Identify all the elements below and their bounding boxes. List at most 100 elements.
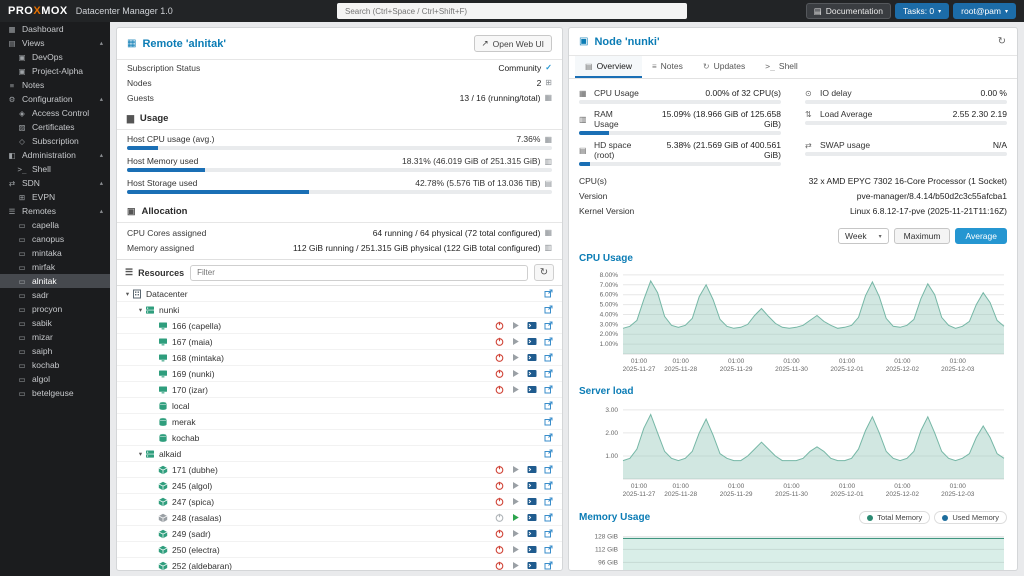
console-button[interactable]	[527, 385, 537, 394]
play-button[interactable]	[511, 337, 520, 346]
sidebar-item-subscription[interactable]: ◇Subscription	[0, 134, 110, 148]
open-button[interactable]	[544, 529, 553, 538]
tree-row-166-capella[interactable]: 166 (capella)	[117, 318, 562, 334]
tree-row-247-spica[interactable]: 247 (spica)	[117, 494, 562, 510]
tab-notes[interactable]: ≡Notes	[642, 56, 693, 78]
sidebar-item-dashboard[interactable]: ▦Dashboard	[0, 22, 110, 36]
expander-icon[interactable]: ▾	[136, 450, 145, 458]
sidebar-item-mintaka[interactable]: ▭mintaka	[0, 246, 110, 260]
power-button[interactable]	[495, 481, 504, 490]
open-button[interactable]	[544, 433, 553, 442]
power-button[interactable]	[495, 337, 504, 346]
sidebar-item-shell[interactable]: >_Shell	[0, 162, 110, 176]
tree-row-245-algol[interactable]: 245 (algol)	[117, 478, 562, 494]
tab-shell[interactable]: >_Shell	[755, 56, 808, 78]
play-button[interactable]	[511, 561, 520, 570]
open-button[interactable]	[544, 465, 553, 474]
open-web-ui-button[interactable]: ↗Open Web UI	[474, 35, 552, 52]
maximum-button[interactable]: Maximum	[894, 228, 951, 244]
tree-row-merak[interactable]: merak	[117, 414, 562, 430]
resources-filter-input[interactable]	[190, 265, 528, 281]
sidebar-item-sdn[interactable]: ⇄SDN▴	[0, 176, 110, 190]
open-button[interactable]	[544, 449, 553, 458]
tree-row-250-electra[interactable]: 250 (electra)	[117, 542, 562, 558]
play-button[interactable]	[511, 545, 520, 554]
console-button[interactable]	[527, 369, 537, 378]
tree-row-nunki[interactable]: ▾nunki	[117, 302, 562, 318]
tree-row-datacenter[interactable]: ▾Datacenter	[117, 286, 562, 302]
console-button[interactable]	[527, 497, 537, 506]
period-select[interactable]: Week▾	[838, 228, 889, 244]
open-button[interactable]	[544, 305, 553, 314]
sidebar-item-remotes[interactable]: ☰Remotes▴	[0, 204, 110, 218]
sidebar-item-configuration[interactable]: ⚙Configuration▴	[0, 92, 110, 106]
play-button[interactable]	[511, 529, 520, 538]
expander-icon[interactable]: ▾	[136, 306, 145, 314]
sidebar-item-project-alpha[interactable]: ▣Project-Alpha	[0, 64, 110, 78]
open-button[interactable]	[544, 481, 553, 490]
open-button[interactable]	[544, 513, 553, 522]
open-button[interactable]	[544, 561, 553, 570]
sidebar-item-notes[interactable]: ≡Notes	[0, 78, 110, 92]
power-button[interactable]	[495, 369, 504, 378]
sidebar-item-mizar[interactable]: ▭mizar	[0, 330, 110, 344]
tree-row-252-aldebaran[interactable]: 252 (aldebaran)	[117, 558, 562, 571]
reload-node-button[interactable]: ↻	[997, 35, 1007, 48]
sidebar-item-mirfak[interactable]: ▭mirfak	[0, 260, 110, 274]
sidebar-item-saiph[interactable]: ▭saiph	[0, 344, 110, 358]
sidebar-item-betelgeuse[interactable]: ▭betelgeuse	[0, 386, 110, 400]
play-button[interactable]	[511, 353, 520, 362]
console-button[interactable]	[527, 513, 537, 522]
legend-total-memory[interactable]: Total Memory	[859, 511, 930, 524]
console-button[interactable]	[527, 545, 537, 554]
tree-row-169-nunki[interactable]: 169 (nunki)	[117, 366, 562, 382]
console-button[interactable]	[527, 337, 537, 346]
power-button[interactable]	[495, 497, 504, 506]
tree-row-kochab[interactable]: kochab	[117, 430, 562, 446]
open-button[interactable]	[544, 369, 553, 378]
global-search-input[interactable]	[337, 3, 687, 19]
play-button[interactable]	[511, 513, 520, 522]
tree-row-local[interactable]: local	[117, 398, 562, 414]
power-button[interactable]	[495, 561, 504, 570]
console-button[interactable]	[527, 321, 537, 330]
power-button[interactable]	[495, 385, 504, 394]
sidebar-item-capella[interactable]: ▭capella	[0, 218, 110, 232]
tree-row-171-dubhe[interactable]: 171 (dubhe)	[117, 462, 562, 478]
sidebar-item-sadr[interactable]: ▭sadr	[0, 288, 110, 302]
tasks-button[interactable]: Tasks: 0▾	[895, 3, 949, 19]
documentation-button[interactable]: ▤Documentation	[806, 3, 891, 19]
power-button[interactable]	[495, 321, 504, 330]
open-button[interactable]	[544, 401, 553, 410]
open-button[interactable]	[544, 289, 553, 298]
open-button[interactable]	[544, 417, 553, 426]
tree-row-249-sadr[interactable]: 249 (sadr)	[117, 526, 562, 542]
power-button[interactable]	[495, 545, 504, 554]
tab-updates[interactable]: ↻Updates	[693, 56, 755, 78]
play-button[interactable]	[511, 369, 520, 378]
sidebar-item-devops[interactable]: ▣DevOps	[0, 50, 110, 64]
tree-row-170-izar[interactable]: 170 (izar)	[117, 382, 562, 398]
open-button[interactable]	[544, 337, 553, 346]
refresh-resources-button[interactable]: ↻	[534, 264, 554, 281]
sidebar-item-kochab[interactable]: ▭kochab	[0, 358, 110, 372]
play-button[interactable]	[511, 481, 520, 490]
play-button[interactable]	[511, 321, 520, 330]
console-button[interactable]	[527, 353, 537, 362]
tab-overview[interactable]: ▤Overview	[575, 56, 642, 78]
console-button[interactable]	[527, 529, 537, 538]
power-button[interactable]	[495, 513, 504, 522]
open-button[interactable]	[544, 353, 553, 362]
open-button[interactable]	[544, 497, 553, 506]
sidebar-item-canopus[interactable]: ▭canopus	[0, 232, 110, 246]
play-button[interactable]	[511, 465, 520, 474]
sidebar-item-procyon[interactable]: ▭procyon	[0, 302, 110, 316]
sidebar-item-access-control[interactable]: ◈Access Control	[0, 106, 110, 120]
sidebar-item-evpn[interactable]: ⊞EVPN	[0, 190, 110, 204]
sidebar-item-administration[interactable]: ◧Administration▴	[0, 148, 110, 162]
tree-row-167-maia[interactable]: 167 (maia)	[117, 334, 562, 350]
average-button[interactable]: Average	[955, 228, 1007, 244]
sidebar-item-alnitak[interactable]: ▭alnitak	[0, 274, 110, 288]
open-button[interactable]	[544, 385, 553, 394]
console-button[interactable]	[527, 561, 537, 570]
